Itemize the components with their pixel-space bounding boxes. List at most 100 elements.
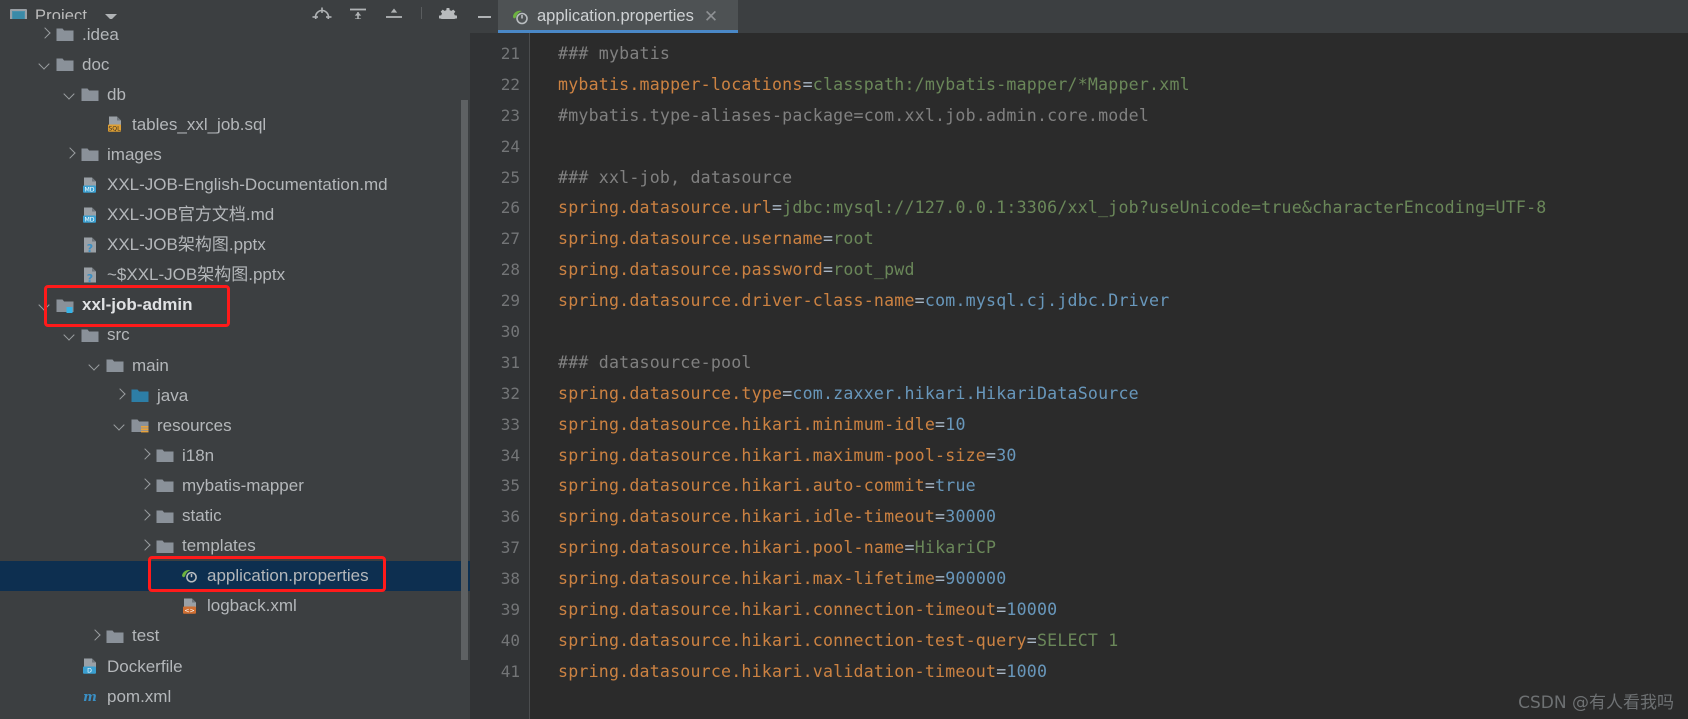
chevron-right-icon[interactable] xyxy=(137,508,153,524)
chevron-right-icon[interactable] xyxy=(112,387,128,403)
code-token: = xyxy=(996,661,1007,681)
project-pane-scrollbar[interactable] xyxy=(461,100,468,660)
chevron-right-icon[interactable] xyxy=(137,447,153,463)
line-number: 35 xyxy=(500,476,520,496)
tree-item-static[interactable]: static xyxy=(0,501,470,531)
tree-item-xxl-job-md[interactable]: MD XXL-JOB官方文档.md xyxy=(0,200,470,230)
code-token: 10000 xyxy=(1006,600,1058,620)
code-line[interactable]: ### mybatis xyxy=(558,39,1688,70)
line-number: 24 xyxy=(500,136,520,156)
code-line[interactable]: ### datasource-pool xyxy=(558,348,1688,379)
tree-item-test[interactable]: test xyxy=(0,621,470,651)
tree-item-resources[interactable]: resources xyxy=(0,410,470,440)
code-line[interactable]: mybatis.mapper-locations=classpath:/myba… xyxy=(558,70,1688,101)
tree-item-label: main xyxy=(132,355,169,375)
code-token: = xyxy=(1026,630,1037,650)
project-file-tree[interactable]: .idea doc db SQL tables_xxl_job.sql images MD X… xyxy=(0,19,470,705)
line-number: 28 xyxy=(500,260,520,280)
close-icon[interactable]: ✕ xyxy=(704,8,718,25)
code-token: = xyxy=(935,569,946,589)
tree-item-xxl-job-pptx[interactable]: ? ~$XXL-JOB架构图.pptx xyxy=(0,260,470,290)
code-token: spring.datasource.url xyxy=(558,198,772,218)
chevron-down-icon[interactable] xyxy=(87,357,103,373)
module-folder-icon xyxy=(55,296,75,314)
code-line[interactable]: spring.datasource.hikari.pool-name=Hikar… xyxy=(558,533,1688,564)
editor-tab-application-properties[interactable]: application.properties ✕ xyxy=(498,0,738,33)
chevron-right-icon[interactable] xyxy=(137,538,153,554)
minimize-icon[interactable] xyxy=(470,0,498,33)
folder-icon xyxy=(155,537,175,555)
chevron-right-icon[interactable] xyxy=(87,628,103,644)
code-line[interactable]: spring.datasource.hikari.minimum-idle=10 xyxy=(558,410,1688,441)
code-line[interactable]: spring.datasource.url=jdbc:mysql://127.0… xyxy=(558,193,1688,224)
tree-item-logback-xml[interactable]: <> logback.xml xyxy=(0,591,470,621)
tree-item-i18n[interactable]: i18n xyxy=(0,440,470,470)
chevron-right-icon[interactable] xyxy=(62,146,78,162)
tree-item-dockerfile[interactable]: D Dockerfile xyxy=(0,651,470,681)
code-line[interactable]: spring.datasource.hikari.validation-time… xyxy=(558,657,1688,688)
line-number: 29 xyxy=(500,291,520,311)
code-line[interactable]: spring.datasource.hikari.maximum-pool-si… xyxy=(558,441,1688,472)
tree-item-application-properties[interactable]: application.properties xyxy=(0,560,470,591)
code-token: ### datasource-pool xyxy=(558,352,752,372)
code-line[interactable]: spring.datasource.username=root xyxy=(558,224,1688,255)
svg-text:?: ? xyxy=(87,272,93,284)
code-line[interactable]: ### xxl-job, datasource xyxy=(558,163,1688,194)
tree-item-src[interactable]: src xyxy=(0,320,470,350)
code-line[interactable]: spring.datasource.hikari.idle-timeout=30… xyxy=(558,502,1688,533)
tree-item-idea[interactable]: .idea xyxy=(0,19,470,49)
line-number: 34 xyxy=(500,445,520,465)
tree-item-java[interactable]: java xyxy=(0,380,470,410)
tree-item-pom-xml[interactable]: m pom.xml xyxy=(0,681,470,705)
code-line[interactable]: spring.datasource.driver-class-name=com.… xyxy=(558,286,1688,317)
chevron-right-icon[interactable] xyxy=(137,477,153,493)
tree-item-label: mybatis-mapper xyxy=(182,475,304,495)
code-line[interactable]: spring.datasource.type=com.zaxxer.hikari… xyxy=(558,379,1688,410)
code-line[interactable]: #mybatis.type-aliases-package=com.xxl.jo… xyxy=(558,101,1688,132)
code-token: spring.datasource.hikari.idle-timeout xyxy=(558,507,936,527)
tree-item-label: application.properties xyxy=(207,566,369,586)
tree-item-tables-xxl-job-sql[interactable]: SQL tables_xxl_job.sql xyxy=(0,109,470,139)
line-number: 40 xyxy=(500,630,520,650)
code-token: root_pwd xyxy=(833,260,915,280)
code-token: spring.datasource.username xyxy=(558,229,823,249)
code-token: root xyxy=(833,229,874,249)
tree-item-label: db xyxy=(107,84,126,104)
project-tool-window: Project .idea doc db SQL tables_xxl_job.… xyxy=(0,0,470,719)
editor-code-content[interactable]: ### mybatis mybatis.mapper-locations=clas… xyxy=(530,33,1688,719)
chevron-down-icon[interactable] xyxy=(37,56,53,72)
tree-item-xxl-job-pptx[interactable]: ? XXL-JOB架构图.pptx xyxy=(0,230,470,260)
chevron-down-icon[interactable] xyxy=(37,297,53,313)
tree-item-xxl-job-english-documentation-md[interactable]: MD XXL-JOB-English-Documentation.md xyxy=(0,169,470,199)
chevron-down-icon[interactable] xyxy=(62,86,78,102)
code-line[interactable]: spring.datasource.hikari.connection-time… xyxy=(558,595,1688,626)
code-line[interactable]: spring.datasource.hikari.connection-test… xyxy=(558,626,1688,657)
code-line[interactable] xyxy=(558,317,1688,348)
code-token: = xyxy=(935,414,946,434)
svg-text:m: m xyxy=(83,690,97,705)
line-number: 21 xyxy=(500,44,520,63)
tree-item-label: pom.xml xyxy=(107,686,172,705)
tree-item-doc[interactable]: doc xyxy=(0,49,470,79)
chevron-down-icon[interactable] xyxy=(112,417,128,433)
line-number: 36 xyxy=(500,507,520,527)
code-token: classpath:/mybatis-mapper/*Mapper.xml xyxy=(812,74,1190,94)
tree-item-mybatis-mapper[interactable]: mybatis-mapper xyxy=(0,470,470,500)
code-line[interactable] xyxy=(558,132,1688,163)
tree-item-xxl-job-admin[interactable]: xxl-job-admin xyxy=(0,290,470,320)
tree-item-db[interactable]: db xyxy=(0,79,470,109)
tree-item-main[interactable]: main xyxy=(0,350,470,380)
tree-item-images[interactable]: images xyxy=(0,139,470,169)
chevron-right-icon[interactable] xyxy=(37,26,53,42)
chevron-down-icon[interactable] xyxy=(62,327,78,343)
tree-item-label: XXL-JOB架构图.pptx xyxy=(107,235,266,255)
unknown-file-icon: ? xyxy=(80,266,100,285)
code-token: HikariCP xyxy=(914,538,997,558)
tree-item-label: logback.xml xyxy=(207,596,297,616)
code-line[interactable]: spring.datasource.password=root_pwd xyxy=(558,255,1688,286)
code-line[interactable]: spring.datasource.hikari.max-lifetime=90… xyxy=(558,564,1688,595)
line-number: 30 xyxy=(500,322,520,342)
code-line[interactable]: spring.datasource.hikari.auto-commit=tru… xyxy=(558,471,1688,502)
tree-item-templates[interactable]: templates xyxy=(0,531,470,561)
